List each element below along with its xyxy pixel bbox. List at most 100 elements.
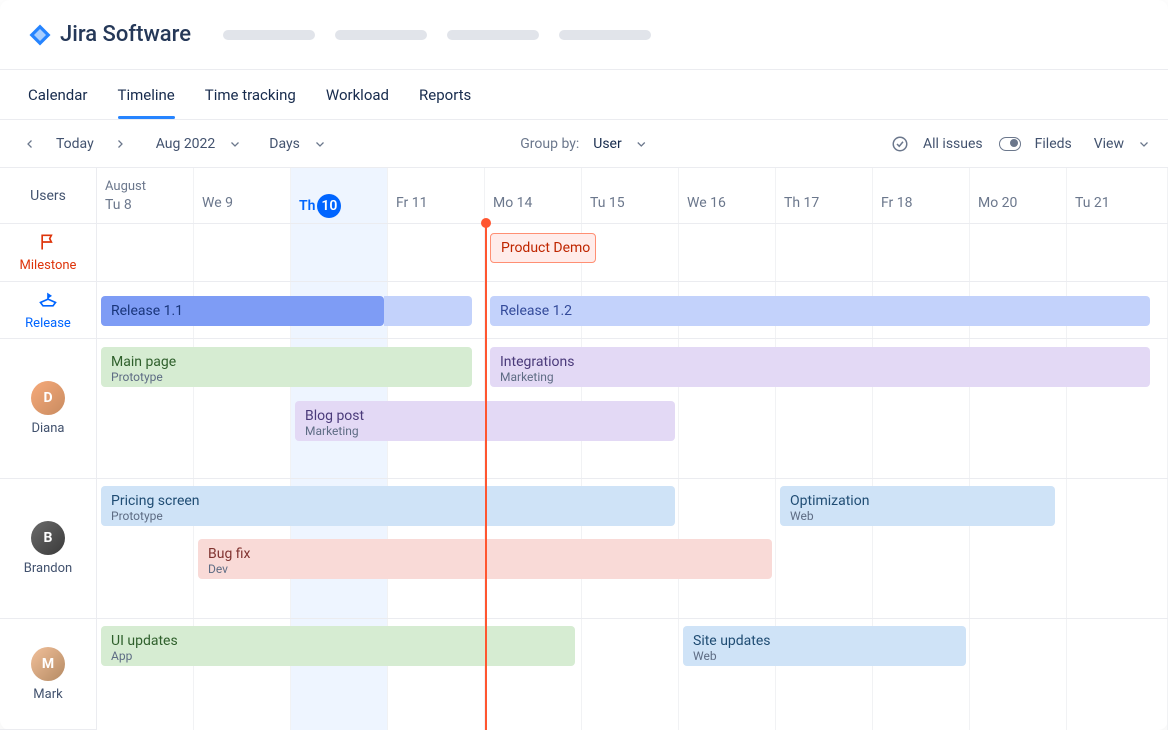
bar-main-page[interactable]: Main page Prototype xyxy=(101,347,472,387)
nav-placeholder-item xyxy=(223,30,315,40)
bar-ui-updates[interactable]: UI updates App xyxy=(101,626,575,666)
today-indicator xyxy=(485,224,487,730)
bar-release-1-1-progress xyxy=(384,296,472,326)
date-day-label: Tu 8 xyxy=(105,196,185,214)
side-header-label: Users xyxy=(30,188,66,204)
date-cell[interactable]: Th 17 xyxy=(776,168,873,223)
date-cell[interactable]: Th10 xyxy=(291,168,388,223)
check-circle-icon xyxy=(891,135,909,153)
lane-label: Brandon xyxy=(24,561,72,576)
lane-release[interactable]: Release xyxy=(0,282,96,339)
date-day-label: Tu 21 xyxy=(1075,194,1159,212)
date-day-label: Th 17 xyxy=(784,194,864,212)
prev-button[interactable] xyxy=(18,132,42,156)
avatar: M xyxy=(31,647,65,681)
side-header: Users xyxy=(0,168,96,224)
fields-label[interactable]: Fileds xyxy=(1029,132,1078,156)
timeline: Users Milestone Release D Diana B Brando… xyxy=(0,168,1168,730)
date-cell[interactable]: We 9 xyxy=(194,168,291,223)
flag-icon xyxy=(38,232,58,252)
avatar: D xyxy=(31,381,65,415)
date-cell[interactable]: AugustTu 8 xyxy=(97,168,194,223)
bar-title: Pricing screen xyxy=(111,493,665,509)
today-badge: 10 xyxy=(317,194,341,218)
brand-logo[interactable]: Jira Software xyxy=(28,22,191,47)
bar-release-1-2[interactable]: Release 1.2 xyxy=(490,296,1150,326)
nav-placeholder-item xyxy=(559,30,651,40)
bar-integrations[interactable]: Integrations Marketing xyxy=(490,347,1150,387)
date-cell[interactable]: Fr 18 xyxy=(873,168,970,223)
nav-placeholder xyxy=(223,30,651,40)
lane-milestone[interactable]: Milestone xyxy=(0,224,96,282)
lane-label: Diana xyxy=(31,421,64,436)
date-cell[interactable]: We 16 xyxy=(679,168,776,223)
group-by-label: Group by: xyxy=(520,136,579,152)
bar-subtitle: Prototype xyxy=(111,509,665,523)
tab-workload[interactable]: Workload xyxy=(326,72,389,118)
date-cell[interactable]: Tu 21 xyxy=(1067,168,1168,223)
bar-product-demo[interactable]: Product Demo xyxy=(490,233,596,263)
chevron-down-icon xyxy=(314,138,326,150)
date-day-label: Mo 20 xyxy=(978,194,1058,212)
jira-icon xyxy=(28,23,52,47)
grid-lane-milestone xyxy=(97,224,1168,282)
bar-subtitle: Web xyxy=(790,509,1045,523)
lane-label: Milestone xyxy=(20,258,77,273)
avatar: B xyxy=(31,521,65,555)
lane-user-mark[interactable]: M Mark xyxy=(0,619,96,730)
next-button[interactable] xyxy=(108,132,132,156)
bar-title: Optimization xyxy=(790,493,1045,509)
lane-label: Release xyxy=(25,316,71,331)
fields-toggle[interactable] xyxy=(999,137,1021,151)
bar-release-1-1[interactable]: Release 1.1 xyxy=(101,296,384,326)
bar-title: Site updates xyxy=(693,633,956,649)
tab-reports[interactable]: Reports xyxy=(419,72,471,118)
date-day-label: Tu 15 xyxy=(590,194,670,212)
date-day-label: Fr 18 xyxy=(881,194,961,212)
chevron-down-icon xyxy=(636,138,648,150)
toolbar: Today Aug 2022 Days Group by: User All i… xyxy=(0,120,1168,168)
tabs: Calendar Timeline Time tracking Workload… xyxy=(0,70,1168,120)
view-select[interactable]: View xyxy=(1088,132,1130,156)
bar-subtitle: Marketing xyxy=(500,370,1140,384)
bar-subtitle: Web xyxy=(693,649,956,663)
bar-title: Main page xyxy=(111,354,462,370)
date-header-row: AugustTu 8 We 9 Th10 Fr 11Mo 14 Tu 15 We 16 Th… xyxy=(97,168,1168,224)
lane-label: Mark xyxy=(33,687,62,702)
bar-site-updates[interactable]: Site updates Web xyxy=(683,626,966,666)
date-day-label: Th10 xyxy=(299,194,379,218)
bar-title: Release 1.2 xyxy=(500,303,1140,319)
bar-subtitle: App xyxy=(111,649,565,663)
brand-name: Jira Software xyxy=(60,22,191,47)
group-by-select[interactable]: User xyxy=(587,132,627,156)
bar-optimization[interactable]: Optimization Web xyxy=(780,486,1055,526)
bar-pricing-screen[interactable]: Pricing screen Prototype xyxy=(101,486,675,526)
timeline-side: Users Milestone Release D Diana B Brando… xyxy=(0,168,97,730)
chevron-right-icon xyxy=(114,138,126,150)
date-day-label: We 16 xyxy=(687,194,767,212)
bar-title: Integrations xyxy=(500,354,1140,370)
ship-icon xyxy=(38,290,58,310)
lane-user-brandon[interactable]: B Brandon xyxy=(0,479,96,619)
month-select[interactable]: Aug 2022 xyxy=(150,132,222,156)
chevron-left-icon xyxy=(24,138,36,150)
tab-calendar[interactable]: Calendar xyxy=(28,72,88,118)
chevron-down-icon xyxy=(1138,138,1150,150)
today-button[interactable]: Today xyxy=(50,132,100,156)
tab-timeline[interactable]: Timeline xyxy=(118,72,175,118)
tab-time-tracking[interactable]: Time tracking xyxy=(205,72,296,118)
date-cell[interactable]: Mo 14 xyxy=(485,168,582,223)
date-day-label: We 9 xyxy=(202,194,282,212)
nav-placeholder-item xyxy=(447,30,539,40)
nav-placeholder-item xyxy=(335,30,427,40)
date-cell[interactable]: Fr 11 xyxy=(388,168,485,223)
bar-title: UI updates xyxy=(111,633,565,649)
lane-user-diana[interactable]: D Diana xyxy=(0,339,96,479)
all-issues-button[interactable]: All issues xyxy=(917,132,989,156)
timeline-grid[interactable]: AugustTu 8 We 9 Th10 Fr 11Mo 14 Tu 15 We 16 Th… xyxy=(97,168,1168,730)
date-cell[interactable]: Mo 20 xyxy=(970,168,1067,223)
bar-subtitle: Prototype xyxy=(111,370,462,384)
topbar: Jira Software xyxy=(0,0,1168,70)
granularity-select[interactable]: Days xyxy=(263,132,306,156)
date-cell[interactable]: Tu 15 xyxy=(582,168,679,223)
